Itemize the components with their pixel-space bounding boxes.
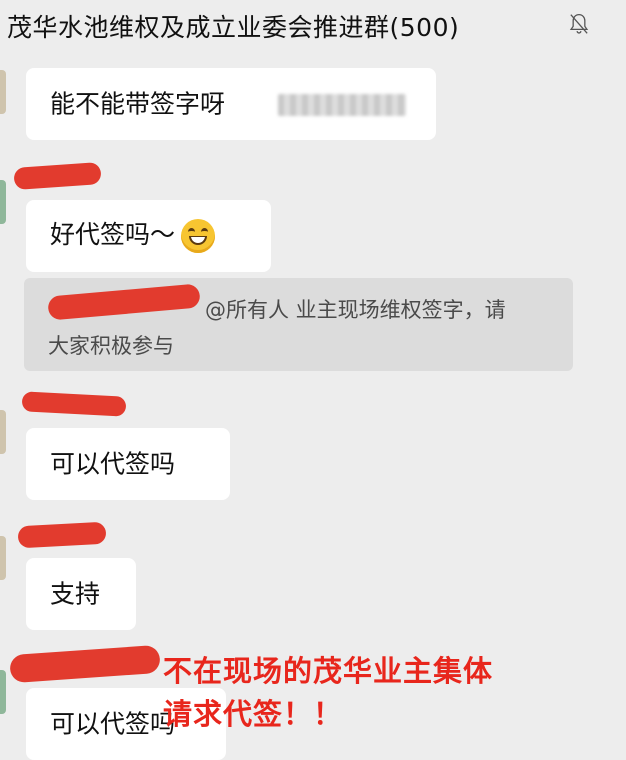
avatar[interactable] bbox=[0, 410, 6, 454]
message-text: 好代签吗～ bbox=[50, 220, 176, 249]
message-bubble[interactable]: 能不能带签字呀 bbox=[26, 68, 436, 140]
message-text: 可以代签吗 bbox=[50, 709, 176, 739]
message-bubble[interactable]: 好代签吗～ bbox=[26, 200, 271, 272]
message-bubble[interactable]: 支持 bbox=[26, 558, 136, 630]
chat-title: 茂华水池维权及成立业委会推进群(500) bbox=[7, 13, 460, 42]
annotation-line-1: 不在现场的茂华业主集体 bbox=[163, 654, 494, 688]
quoted-sender-redaction bbox=[47, 283, 201, 321]
chat-header: 茂华水池维权及成立业委会推进群(500) bbox=[0, 0, 626, 52]
quote-line-1: @所有人 业主现场维权签字，请 bbox=[205, 298, 506, 322]
quote-line-2: 大家积极参与 bbox=[48, 334, 174, 358]
annotation-line-2: 请求代签！！ bbox=[163, 697, 344, 731]
grinning-face-icon bbox=[181, 219, 216, 253]
blurred-content bbox=[278, 94, 406, 116]
message-text: 可以代签吗 bbox=[50, 449, 176, 479]
sender-name-redaction bbox=[21, 391, 127, 417]
avatar[interactable] bbox=[0, 70, 6, 114]
sender-name-redaction bbox=[17, 521, 107, 549]
message-text: 支持 bbox=[50, 579, 101, 609]
sender-name-redaction bbox=[13, 161, 102, 191]
quoted-message[interactable]: @所有人 业主现场维权签字，请 大家积极参与 bbox=[24, 278, 573, 371]
avatar[interactable] bbox=[0, 180, 6, 224]
bell-muted-icon[interactable] bbox=[565, 10, 593, 38]
sender-name-redaction bbox=[9, 644, 161, 684]
message-text: 能不能带签字呀 bbox=[50, 89, 226, 119]
message-bubble[interactable]: 可以代签吗 bbox=[26, 428, 230, 500]
avatar[interactable] bbox=[0, 536, 6, 580]
avatar[interactable] bbox=[0, 670, 6, 714]
